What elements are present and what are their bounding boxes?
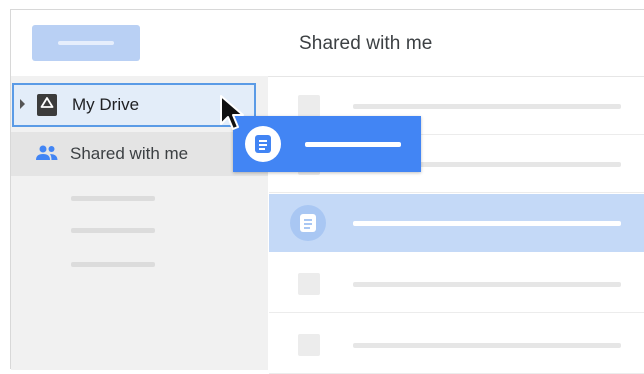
file-name-placeholder: [353, 282, 621, 287]
sidebar-placeholder-line: [71, 262, 155, 267]
mouse-pointer-icon: [220, 95, 244, 130]
file-name-placeholder: [353, 221, 621, 226]
file-thumbnail: [298, 95, 320, 117]
new-button[interactable]: [32, 25, 140, 61]
document-icon: [300, 214, 316, 232]
file-name-placeholder: [305, 142, 401, 147]
people-icon: [36, 145, 58, 160]
document-icon-badge: [245, 126, 281, 162]
sidebar-item-label: Shared with me: [70, 144, 189, 163]
file-row-selected[interactable]: [269, 194, 644, 252]
file-name-placeholder: [353, 104, 621, 109]
file-thumbnail: [298, 273, 320, 295]
sidebar-placeholder-line: [71, 196, 155, 201]
sidebar-item-label: My Drive: [72, 95, 140, 114]
sidebar-placeholder-line: [71, 228, 155, 233]
file-row[interactable]: [269, 316, 644, 374]
file-name-placeholder: [353, 343, 621, 348]
drive-icon: [37, 94, 57, 116]
document-icon-badge: [290, 205, 326, 241]
new-button-placeholder: [58, 41, 114, 45]
top-bar: Shared with me: [11, 10, 644, 77]
drive-window: Shared with me Shared with me My Drive: [10, 9, 644, 374]
file-row[interactable]: [269, 255, 644, 313]
dragged-file[interactable]: [233, 116, 421, 172]
sidebar-item-shared-with-me[interactable]: Shared with me: [11, 132, 268, 176]
page-title: Shared with me: [299, 33, 433, 54]
expand-arrow-icon[interactable]: [20, 99, 25, 109]
document-icon: [255, 135, 271, 153]
file-thumbnail: [298, 334, 320, 356]
